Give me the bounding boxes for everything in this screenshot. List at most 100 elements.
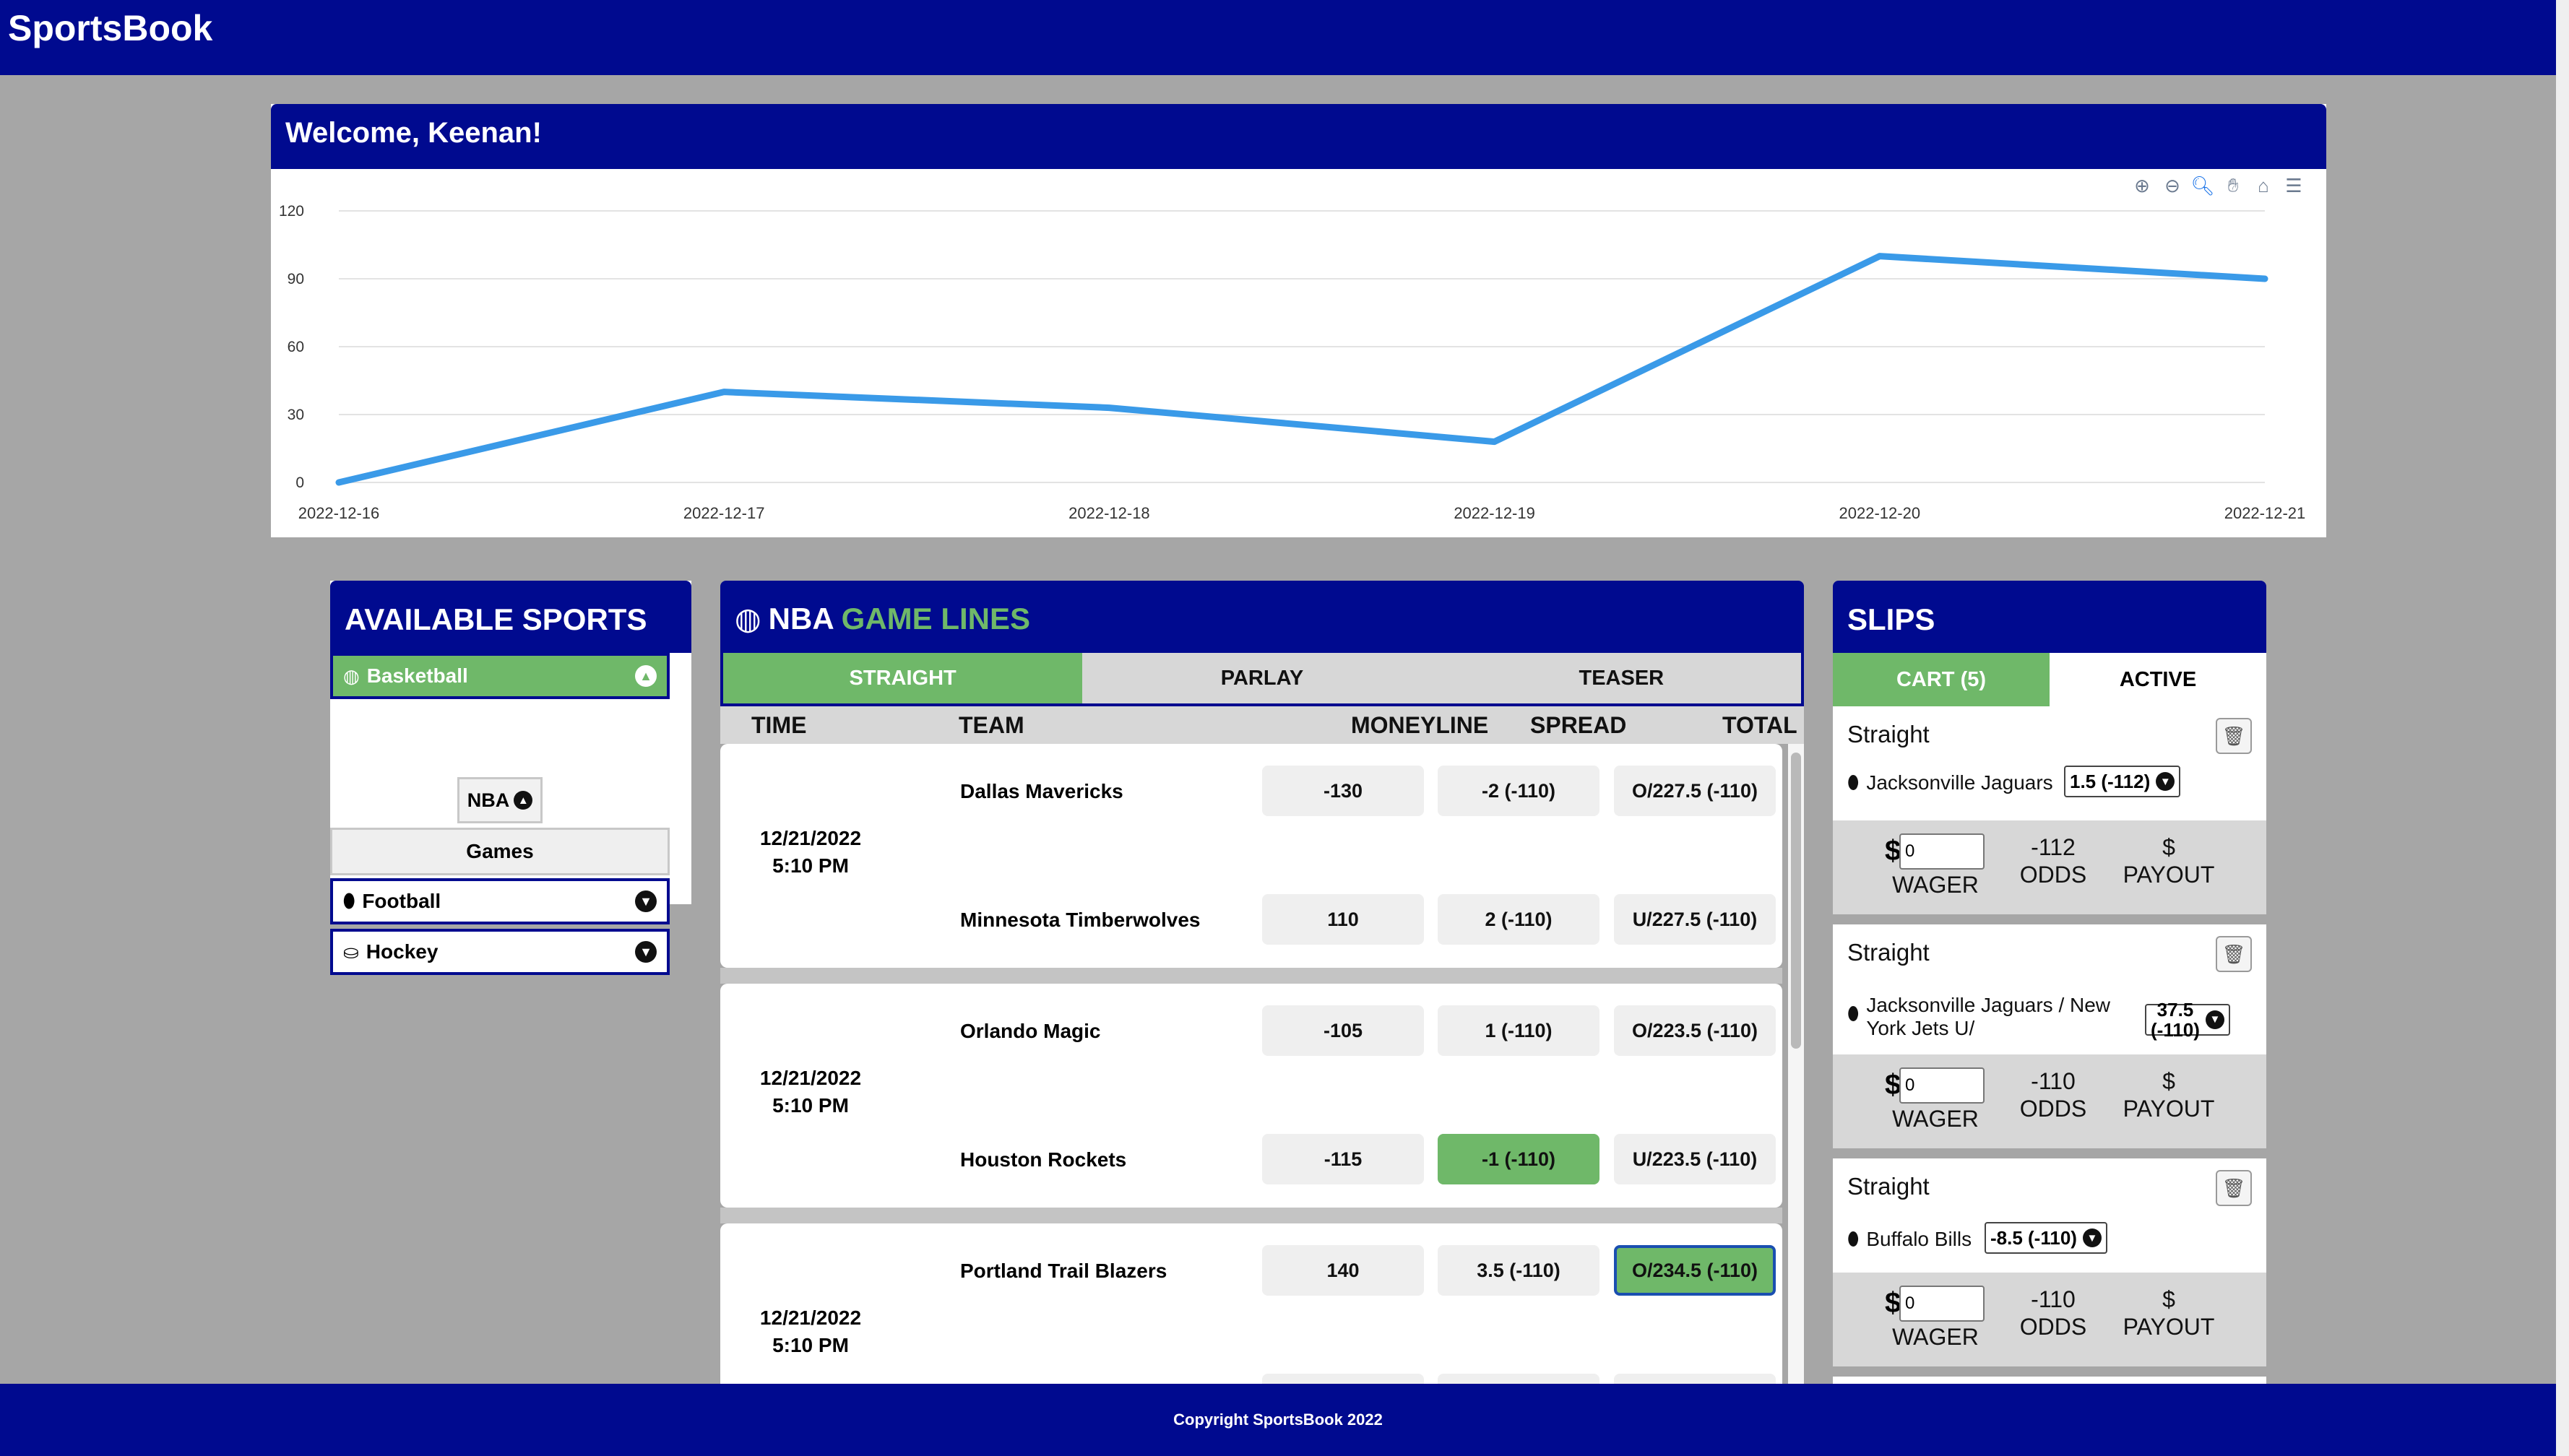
slip-pick: ⬮ Buffalo Bills — [1847, 1228, 1972, 1251]
game-date: 12/21/2022 — [759, 827, 862, 849]
series-line[interactable] — [335, 253, 2268, 486]
line-value: 37.5 — [2156, 999, 2194, 1020]
chevron-down-icon: ▼ — [2082, 1228, 2102, 1247]
tab-straight[interactable]: STRAIGHT — [723, 653, 1083, 703]
x-tick-label: 2022-12-18 — [1068, 504, 1150, 522]
games-item[interactable]: Games — [330, 828, 670, 875]
football-icon: ⬮ — [343, 890, 355, 911]
tab-cart[interactable]: CART (5) — [1833, 653, 2050, 706]
payout-value: $ — [2162, 1068, 2175, 1094]
odds-block: -110 ODDS — [2006, 1067, 2100, 1122]
chevron-up-icon: ▲ — [514, 791, 533, 810]
league-nba[interactable]: NBA ▲ — [457, 777, 543, 823]
spread-button[interactable] — [1438, 1374, 1599, 1384]
reset-icon[interactable]: ⌂ — [2253, 175, 2274, 196]
moneyline-button[interactable]: -130 — [1262, 766, 1424, 816]
line-select[interactable]: -8.5 (-110) ▼ — [1985, 1222, 2107, 1254]
scrollbar-thumb[interactable] — [1791, 753, 1801, 1049]
sport-item-hockey[interactable]: ⛀ Hockey ▼ — [330, 929, 670, 975]
moneyline-button[interactable]: 110 — [1262, 894, 1424, 945]
page-scrollbar[interactable] — [2556, 0, 2569, 1456]
moneyline-button[interactable]: -115 — [1262, 1134, 1424, 1184]
tab-active[interactable]: ACTIVE — [2050, 653, 2266, 706]
sport-item-football[interactable]: ⬮ Football ▼ — [330, 878, 670, 924]
payout-block: $ PAYOUT — [2122, 1286, 2216, 1340]
total-button[interactable]: U/227.5 (-110) — [1614, 894, 1776, 945]
wager-input[interactable] — [1899, 1286, 1985, 1322]
title-suffix: GAME LINES — [841, 601, 1031, 636]
data-point[interactable] — [1491, 438, 1498, 445]
sport-item-basketball[interactable]: ◍ Basketball ▲ — [330, 653, 670, 699]
divider — [720, 968, 1782, 984]
game-time: 12/21/2022 5:10 PM — [720, 1065, 901, 1119]
tab-teaser[interactable]: TEASER — [1442, 653, 1801, 703]
data-point[interactable] — [721, 389, 727, 395]
total-button[interactable]: O/227.5 (-110) — [1614, 766, 1776, 816]
game-lines-scrollbar[interactable] — [1788, 744, 1804, 1384]
league-label: NBA — [467, 789, 510, 811]
games-label: Games — [466, 840, 534, 862]
col-moneyline: MONEYLINE — [1351, 712, 1489, 738]
total-button-selected[interactable]: O/234.5 (-110) — [1614, 1245, 1776, 1296]
sport-item-label: Football — [362, 890, 441, 912]
wager-input[interactable] — [1899, 1067, 1985, 1104]
zoom-select-icon[interactable]: 🔍︎ — [2191, 175, 2215, 196]
slip-card: Straight 🗑︎ ⬮ Jacksonville Jaguars 1.5 (… — [1833, 706, 2266, 914]
wager-label: WAGER — [1892, 1324, 1979, 1350]
data-point[interactable] — [2262, 276, 2268, 282]
line-select[interactable]: 1.5 (-112) ▼ — [2064, 766, 2181, 797]
line-select[interactable]: 37.5 (-110) ▼ — [2145, 1000, 2230, 1040]
chevron-down-icon: ▼ — [635, 941, 657, 963]
basketball-icon: ◍ — [735, 602, 761, 636]
welcome-title: Welcome, Keenan! — [285, 117, 542, 149]
slips-header: SLIPS — [1833, 581, 2266, 653]
total-button[interactable]: U/223.5 (-110) — [1614, 1134, 1776, 1184]
pan-icon[interactable]: ✋︎ — [2222, 174, 2244, 196]
zoom-out-icon[interactable]: ⊖ — [2162, 175, 2183, 196]
x-tick-label: 2022-12-20 — [1839, 504, 1921, 522]
tab-parlay[interactable]: PARLAY — [1082, 653, 1441, 703]
total-button[interactable]: O/223.5 (-110) — [1614, 1005, 1776, 1056]
data-point[interactable] — [1106, 404, 1113, 411]
odds-value: -112 — [2031, 834, 2076, 860]
game-row: 12/21/2022 5:10 PM Portland Trail Blazer… — [720, 1223, 1782, 1384]
payout-block: $ PAYOUT — [2122, 1067, 2216, 1122]
slip-divider — [1833, 1148, 2266, 1158]
spread-button[interactable]: -2 (-110) — [1438, 766, 1599, 816]
dollar-sign: $ — [1885, 835, 1901, 867]
sports-title: AVAILABLE SPORTS — [345, 602, 647, 636]
balance-chart: ⊕ ⊖ 🔍︎ ✋︎ ⌂ ☰ 0 30 60 90 120 2022-12-16 2022-1… — [271, 169, 2326, 537]
sports-list: ◍ Basketball ▲ NBA ▲ Games ⬮ Football ▼ … — [330, 653, 691, 975]
wager-input[interactable] — [1899, 833, 1985, 870]
zoom-in-icon[interactable]: ⊕ — [2131, 175, 2153, 196]
spread-button[interactable]: 1 (-110) — [1438, 1005, 1599, 1056]
total-button[interactable] — [1614, 1374, 1776, 1384]
wager-label: WAGER — [1892, 872, 1979, 898]
trash-icon[interactable]: 🗑︎ — [2216, 936, 2252, 972]
slip-footer: $ WAGER -110 ODDS $ PAYOUT — [1833, 1054, 2266, 1148]
available-sports-panel: AVAILABLE SPORTS ◍ Basketball ▲ NBA ▲ Ga… — [330, 581, 691, 975]
odds-block: -112 ODDS — [2006, 833, 2100, 888]
game-clock: 5:10 PM — [772, 854, 849, 877]
line-value: 1.5 (-112) — [2070, 770, 2151, 792]
spread-button[interactable]: 2 (-110) — [1438, 894, 1599, 945]
chart-svg: 0 30 60 90 120 2022-12-16 2022-12-17 2022-12-18… — [279, 203, 2305, 522]
menu-icon[interactable]: ☰ — [2283, 175, 2305, 196]
chevron-down-icon: ▼ — [635, 890, 657, 912]
brand-logo[interactable]: SportsBook — [8, 7, 212, 49]
trash-icon[interactable]: 🗑︎ — [2216, 1170, 2252, 1206]
y-tick-label: 30 — [288, 407, 304, 423]
x-tick-label: 2022-12-16 — [298, 504, 380, 522]
spread-button-selected[interactable]: -1 (-110) — [1438, 1134, 1599, 1184]
moneyline-button[interactable]: -105 — [1262, 1005, 1424, 1056]
moneyline-button[interactable]: 140 — [1262, 1245, 1424, 1296]
moneyline-button[interactable] — [1262, 1374, 1424, 1384]
trash-icon[interactable]: 🗑︎ — [2216, 718, 2252, 754]
team-name: Minnesota Timberwolves — [960, 909, 1201, 931]
spread-button[interactable]: 3.5 (-110) — [1438, 1245, 1599, 1296]
payout-value: $ — [2162, 1286, 2175, 1312]
data-point[interactable] — [1876, 253, 1883, 259]
game-lines-header: ◍ NBA GAME LINES — [720, 581, 1804, 653]
slips-title: SLIPS — [1847, 602, 1935, 636]
data-point[interactable] — [336, 480, 342, 485]
